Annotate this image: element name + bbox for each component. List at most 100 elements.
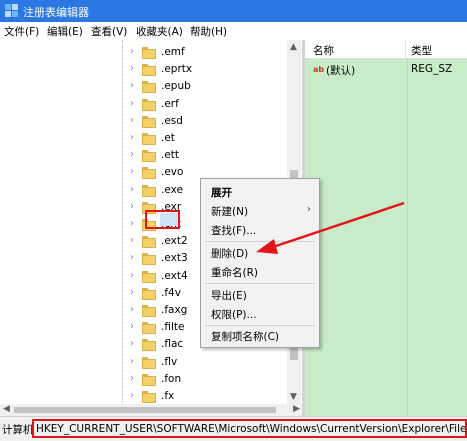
expand-chevron-icon[interactable]: › xyxy=(130,166,134,177)
expand-chevron-icon[interactable]: › xyxy=(130,184,134,195)
expand-chevron-icon[interactable]: › xyxy=(130,98,134,109)
tree-item-label: .eprtx xyxy=(161,63,193,76)
folder-icon xyxy=(142,150,156,163)
expand-chevron-icon[interactable]: › xyxy=(130,287,134,298)
expand-chevron-icon[interactable]: › xyxy=(130,149,134,160)
scroll-left-icon[interactable]: ◀ xyxy=(3,404,10,414)
status-bar: 计算机\ HKEY_CURRENT_USER\SOFTWARE\Microsof… xyxy=(0,416,467,441)
context-menu: 展开 新建(N) › 查找(F)... 删除(D) 重命名(R) 导出(E) 权… xyxy=(200,178,320,348)
registry-editor-icon xyxy=(5,4,18,17)
expand-chevron-icon[interactable]: › xyxy=(130,304,134,315)
folder-icon xyxy=(142,305,156,317)
expand-chevron-icon[interactable]: › xyxy=(130,201,134,212)
tree-item-label: .fx xyxy=(161,390,175,402)
tree-item-label: .evo xyxy=(161,166,184,179)
menu-item-copy-key-name[interactable]: 复制项名称(C) xyxy=(211,329,279,344)
scroll-up-icon[interactable]: ▲ xyxy=(290,42,297,52)
expand-chevron-icon[interactable]: › xyxy=(130,338,134,349)
folder-icon xyxy=(142,339,156,352)
expand-chevron-icon[interactable]: › xyxy=(130,270,134,281)
scroll-thumb[interactable] xyxy=(14,407,276,413)
menu-separator xyxy=(205,241,315,242)
scroll-down-icon[interactable]: ▼ xyxy=(290,392,297,402)
expand-chevron-icon[interactable]: › xyxy=(130,252,134,263)
value-type: REG_SZ xyxy=(411,63,453,75)
scroll-right-icon[interactable]: ▶ xyxy=(293,404,300,414)
expand-chevron-icon[interactable]: › xyxy=(130,390,134,401)
tree-item-label: .ext3 xyxy=(161,252,188,265)
tree-item[interactable]: › .epub xyxy=(0,79,301,96)
tree-item-label: .ext2 xyxy=(161,235,188,248)
tree-item[interactable]: › .esd xyxy=(0,114,301,131)
folder-icon xyxy=(142,64,156,77)
tree-item-label: .flac xyxy=(161,338,184,351)
folder-icon xyxy=(142,287,156,300)
expand-chevron-icon[interactable]: › xyxy=(130,356,134,367)
menu-favorites[interactable]: 收藏夹(A) xyxy=(136,24,183,39)
expand-chevron-icon[interactable]: › xyxy=(130,132,134,143)
menu-item-expand[interactable]: 展开 xyxy=(211,185,232,200)
tree-item[interactable]: › .fx xyxy=(0,389,301,404)
menu-item-export[interactable]: 导出(E) xyxy=(211,288,247,303)
submenu-arrow-icon: › xyxy=(307,204,311,215)
folder-icon xyxy=(142,270,156,283)
expand-chevron-icon[interactable]: › xyxy=(130,373,134,384)
values-header: 名称 类型 xyxy=(305,40,467,59)
tree-horizontal-scrollbar[interactable]: ◀ ▶ xyxy=(0,404,303,416)
title-bar: 注册表编辑器 xyxy=(0,0,467,22)
menu-item-new[interactable]: 新建(N) xyxy=(211,204,248,219)
expand-chevron-icon[interactable]: › xyxy=(130,80,134,91)
folder-icon xyxy=(142,133,156,145)
expand-chevron-icon[interactable]: › xyxy=(130,46,134,57)
tree-item[interactable]: › .fon xyxy=(0,372,301,389)
expand-chevron-icon[interactable]: › xyxy=(130,321,134,332)
window-title: 注册表编辑器 xyxy=(23,6,89,19)
tree-item-label: .emf xyxy=(161,46,185,58)
folder-icon xyxy=(142,253,156,266)
folder-icon xyxy=(142,373,156,386)
address-highlight[interactable]: HKEY_CURRENT_USER\SOFTWARE\Microsoft\Win… xyxy=(32,419,467,438)
folder-icon xyxy=(142,47,156,59)
tree-item[interactable]: › .eprtx xyxy=(0,62,301,79)
tree-item-label: .filte xyxy=(161,321,185,334)
tree-item-label: .fon xyxy=(161,372,182,385)
expand-chevron-icon[interactable]: › xyxy=(130,115,134,126)
menu-item-rename[interactable]: 重命名(R) xyxy=(211,265,258,280)
folder-icon xyxy=(142,184,156,197)
tree-item[interactable]: › .ett xyxy=(0,148,301,165)
column-type-header[interactable]: 类型 xyxy=(411,43,432,58)
folder-icon xyxy=(142,322,156,335)
expand-chevron-icon[interactable]: › xyxy=(130,63,134,74)
tree-item-label: .ext4 xyxy=(161,269,188,282)
value-row[interactable]: ab (默认) REG_SZ xyxy=(305,62,467,78)
menu-separator xyxy=(205,283,315,284)
tree-item-label: .ett xyxy=(161,149,180,162)
menu-item-permissions[interactable]: 权限(P)... xyxy=(211,307,257,322)
folder-icon xyxy=(142,356,156,369)
menu-separator xyxy=(205,325,315,326)
registry-path[interactable]: HKEY_CURRENT_USER\SOFTWARE\Microsoft\Win… xyxy=(36,423,465,435)
tree-item[interactable]: › .emf xyxy=(0,45,301,62)
folder-icon xyxy=(142,236,156,249)
menu-item-find[interactable]: 查找(F)... xyxy=(211,223,256,238)
menu-view[interactable]: 查看(V) xyxy=(91,24,127,39)
menu-file[interactable]: 文件(F) xyxy=(4,24,39,39)
menu-bar: 文件(F) 编辑(E) 查看(V) 收藏夹(A) 帮助(H) xyxy=(0,22,467,40)
value-name: (默认) xyxy=(326,65,356,77)
menu-item-delete[interactable]: 删除(D) xyxy=(211,246,248,261)
menu-help[interactable]: 帮助(H) xyxy=(190,24,227,39)
column-name-header[interactable]: 名称 xyxy=(313,43,334,58)
folder-icon xyxy=(142,81,156,94)
expand-chevron-icon[interactable]: › xyxy=(130,235,134,246)
tree-item-label: .faxg xyxy=(161,304,188,316)
tree-item-label: .esd xyxy=(161,114,183,127)
menu-edit[interactable]: 编辑(E) xyxy=(47,24,83,39)
tree-item[interactable]: › .flv xyxy=(0,355,301,372)
expand-chevron-icon[interactable]: › xyxy=(130,218,134,229)
tree-item[interactable]: › .erf xyxy=(0,97,301,114)
values-pane[interactable]: 名称 类型 ab (默认) REG_SZ xyxy=(305,40,467,416)
tree-item[interactable]: › .et xyxy=(0,131,301,148)
string-value-icon: ab xyxy=(313,65,325,74)
folder-icon xyxy=(142,115,156,128)
tree-item-label: .flv xyxy=(161,355,178,368)
